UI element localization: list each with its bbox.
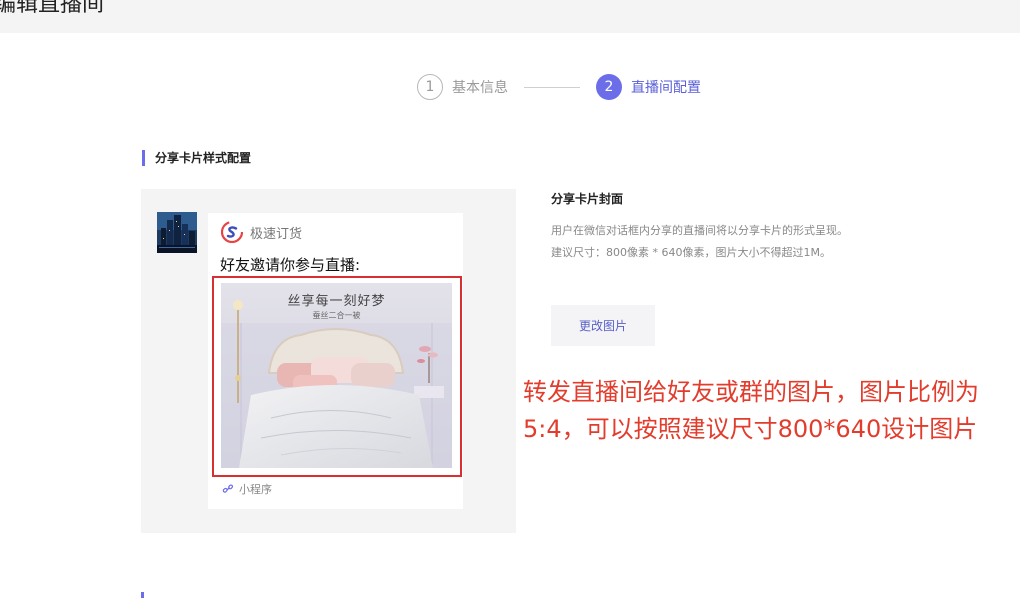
city-night-avatar-image bbox=[157, 212, 197, 253]
next-section-marker bbox=[141, 592, 144, 598]
step-number: 1 bbox=[417, 74, 443, 100]
annotation-note: 转发直播间给好友或群的图片，图片比例为5:4，可以按照建议尺寸800*640设计… bbox=[523, 378, 979, 443]
page-title: 编辑直播间 bbox=[0, 0, 105, 17]
top-bar: 编辑直播间 bbox=[0, 0, 1020, 33]
cover-setting: 分享卡片封面 用户在微信对话框内分享的直播间将以分享卡片的形式呈现。 建议尺寸：… bbox=[551, 190, 848, 259]
brand-row: 极速订货 bbox=[221, 221, 302, 243]
mini-program-label: 小程序 bbox=[239, 483, 272, 496]
step-connector bbox=[524, 86, 580, 88]
invite-text: 好友邀请你参与直播: bbox=[220, 256, 361, 274]
section-title: 分享卡片样式配置 bbox=[142, 150, 251, 166]
cover-setting-title: 分享卡片封面 bbox=[551, 192, 624, 206]
step-indicator: 1 基本信息 2 直播间配置 bbox=[417, 73, 701, 101]
brand-name: 极速订货 bbox=[250, 226, 303, 242]
step-live-config[interactable]: 2 直播间配置 bbox=[596, 74, 701, 100]
avatar bbox=[157, 212, 197, 253]
step-label: 直播间配置 bbox=[631, 80, 701, 96]
cover-setting-desc-1: 用户在微信对话框内分享的直播间将以分享卡片的形式呈现。 bbox=[551, 224, 848, 237]
change-image-button[interactable]: 更改图片 bbox=[551, 305, 655, 346]
brand-logo-icon bbox=[221, 221, 243, 243]
step-number: 2 bbox=[596, 74, 622, 100]
mini-program-tag: 小程序 bbox=[222, 481, 272, 497]
link-icon bbox=[222, 484, 234, 493]
step-basic-info[interactable]: 1 基本信息 bbox=[417, 74, 508, 100]
step-label: 基本信息 bbox=[452, 80, 508, 96]
cover-setting-desc-2: 建议尺寸：800像素 * 640像素，图片大小不得超过1M。 bbox=[551, 246, 831, 259]
highlight-frame bbox=[212, 276, 462, 477]
